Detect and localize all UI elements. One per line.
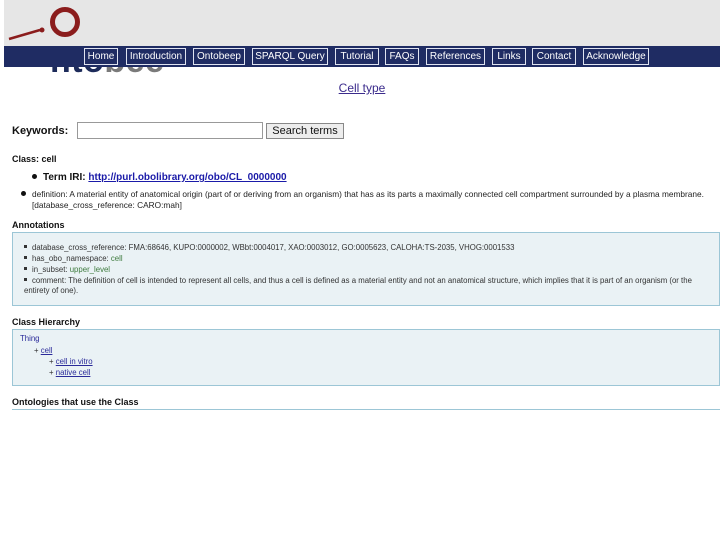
hierarchy-root: Thing (20, 334, 40, 343)
definition-text: definition: A material entity of anatomi… (32, 189, 704, 210)
square-bullet-icon (24, 267, 27, 270)
site-header: ntobee (4, 0, 720, 80)
nav-home[interactable]: Home (84, 48, 118, 65)
term-iri-link[interactable]: http://purl.obolibrary.org/obo/CL_000000… (88, 172, 286, 183)
annotation-item: database_cross_reference: FMA:68646, KUP… (24, 243, 709, 253)
nav-faqs[interactable]: FAQs (385, 48, 419, 65)
cell-in-vitro-link[interactable]: cell in vitro (56, 357, 93, 366)
square-bullet-icon (24, 256, 27, 259)
nav-contact[interactable]: Contact (532, 48, 576, 65)
square-bullet-icon (24, 278, 27, 281)
nav-acknowledge[interactable]: Acknowledge (583, 48, 649, 65)
ontologies-heading: Ontologies that use the Class (12, 397, 139, 407)
native-cell-link[interactable]: native cell (56, 368, 91, 377)
hierarchy-child: + native cell (49, 368, 91, 377)
ontobee-logo[interactable]: ntobee (6, 3, 186, 80)
bullet-icon (21, 191, 26, 196)
logo-o-icon (50, 7, 80, 37)
nav-links[interactable]: Links (492, 48, 526, 65)
nav-references[interactable]: References (426, 48, 485, 65)
main-nav: Home Introduction Ontobeep SPARQL Query … (4, 46, 720, 67)
annotation-item: comment: The definition of cell is inten… (24, 276, 692, 295)
annotation-item: in_subset: upper_level (24, 265, 709, 275)
page-title: Cell type (4, 81, 720, 95)
nav-ontobeep[interactable]: Ontobeep (193, 48, 245, 65)
search-terms-button[interactable]: Search terms (266, 123, 344, 139)
subset-link[interactable]: upper_level (70, 265, 110, 274)
annotations-heading: Annotations (12, 220, 65, 230)
square-bullet-icon (24, 245, 27, 248)
definition-row: definition: A material entity of anatomi… (21, 189, 716, 211)
keywords-label: Keywords: (12, 125, 69, 137)
page-title-link[interactable]: Cell type (339, 81, 386, 95)
pin-icon (8, 27, 45, 41)
bullet-icon (32, 174, 37, 179)
nav-sparql-query[interactable]: SPARQL Query (252, 48, 328, 65)
ontologies-divider (12, 409, 720, 410)
hierarchy-level1: + cell (34, 346, 53, 355)
browser-page: ntobee Home Introduction Ontobeep SPARQL… (4, 0, 720, 410)
term-iri-label: Term IRI: (43, 172, 86, 183)
namespace-link[interactable]: cell (111, 254, 123, 263)
nav-introduction[interactable]: Introduction (126, 48, 186, 65)
nav-tutorial[interactable]: Tutorial (335, 48, 379, 65)
cell-link[interactable]: cell (41, 346, 53, 355)
logo-text: ntobee (50, 3, 186, 81)
thing-link[interactable]: Thing (20, 334, 40, 343)
class-hierarchy-box (12, 329, 720, 386)
class-hierarchy-heading: Class Hierarchy (12, 317, 81, 327)
keywords-input[interactable] (77, 122, 263, 139)
hierarchy-child: + cell in vitro (49, 357, 93, 366)
class-heading: Class: cell (12, 154, 57, 164)
term-iri-row: Term IRI: http://purl.obolibrary.org/obo… (32, 172, 287, 183)
annotation-item: has_obo_namespace: cell (24, 254, 709, 264)
